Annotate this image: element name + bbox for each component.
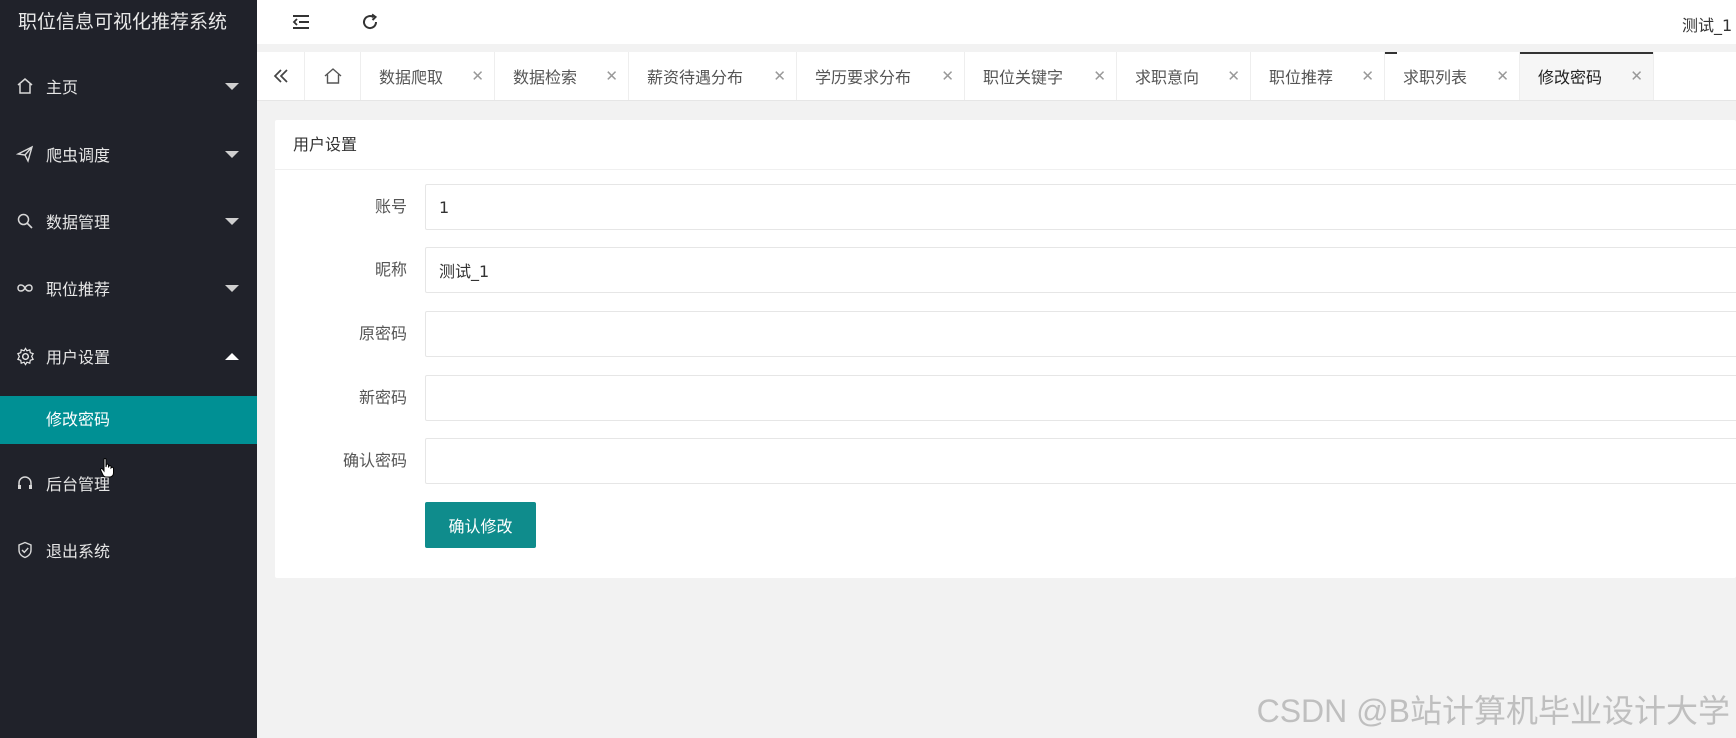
sidebar-subitem-change-password[interactable]: 修改密码: [0, 396, 257, 444]
tab-home-icon[interactable]: [305, 52, 361, 100]
account-label: 账号: [374, 197, 407, 216]
account-row: 账号: [275, 184, 1736, 230]
confirm-password-label: 确认密码: [342, 451, 407, 470]
confirm-change-button[interactable]: 确认修改: [425, 502, 536, 548]
tab-data-search[interactable]: 数据检索 ✕: [495, 52, 629, 100]
hand-cursor-icon: [100, 458, 114, 482]
nickname-label: 昵称: [374, 260, 407, 279]
tab-job-keywords[interactable]: 职位关键字 ✕: [965, 52, 1117, 100]
gear-icon: [14, 345, 36, 367]
sidebar-item-logout[interactable]: 退出系统: [0, 530, 257, 570]
chevron-down-icon: [225, 150, 239, 158]
tab-data-crawl[interactable]: 数据爬取 ✕: [361, 52, 495, 100]
tab-label: 学历要求分布: [815, 68, 912, 87]
close-icon[interactable]: ✕: [471, 67, 484, 85]
sidebar-item-label: 用户设置: [46, 348, 111, 367]
user-name[interactable]: 测试_1: [1682, 12, 1736, 36]
old-password-label: 原密码: [358, 324, 407, 343]
tab-label: 数据爬取: [379, 68, 444, 87]
sidebar-item-job-recommend[interactable]: 职位推荐: [0, 268, 257, 308]
tab-bar: 数据爬取 ✕ 数据检索 ✕ 薪资待遇分布 ✕ 学历要求分布 ✕ 职位关键字 ✕ …: [257, 52, 1736, 101]
sidebar-item-user-settings[interactable]: 用户设置: [0, 336, 257, 376]
sidebar-item-home[interactable]: 主页: [0, 66, 257, 106]
chevron-down-icon: [225, 217, 239, 225]
tab-label: 求职意向: [1135, 68, 1200, 87]
app-title: 职位信息可视化推荐系统: [18, 11, 228, 33]
collapse-menu-icon[interactable]: [289, 10, 313, 34]
close-icon[interactable]: ✕: [1361, 67, 1374, 85]
new-password-field[interactable]: [425, 375, 1736, 421]
sidebar-item-label: 职位推荐: [46, 280, 111, 299]
sidebar-item-label: 主页: [46, 78, 79, 97]
account-field[interactable]: [425, 184, 1736, 230]
close-icon[interactable]: ✕: [773, 67, 786, 85]
close-icon[interactable]: ✕: [1630, 67, 1643, 85]
close-icon[interactable]: ✕: [1496, 67, 1509, 85]
user-settings-card: 用户设置 账号 昵称 原密码 新密码 确认密码 确认修改: [275, 120, 1736, 578]
sidebar-item-label: 退出系统: [46, 542, 111, 561]
new-password-row: 新密码: [275, 375, 1736, 421]
sidebar-item-label: 数据管理: [46, 213, 111, 232]
sidebar-item-admin[interactable]: 后台管理: [0, 463, 257, 503]
watermark: CSDN @B站计算机毕业设计大学: [1256, 693, 1730, 729]
double-chevron-left-icon[interactable]: [257, 52, 305, 100]
chevron-up-icon: [225, 352, 239, 360]
search-icon: [14, 210, 36, 232]
new-password-label: 新密码: [358, 388, 407, 407]
nickname-field[interactable]: [425, 247, 1736, 293]
sidebar-item-label: 爬虫调度: [46, 146, 111, 165]
close-icon[interactable]: ✕: [941, 67, 954, 85]
old-password-row: 原密码: [275, 311, 1736, 357]
chevron-down-icon: [225, 82, 239, 90]
tab-label: 职位关键字: [983, 68, 1064, 87]
tab-label: 职位推荐: [1269, 68, 1334, 87]
paper-plane-icon: [14, 143, 36, 165]
tab-label: 求职列表: [1403, 68, 1468, 87]
home-icon: [14, 75, 36, 97]
tab-change-password[interactable]: 修改密码 ✕: [1520, 52, 1654, 100]
infinity-icon: [14, 277, 36, 299]
sidebar-item-data-management[interactable]: 数据管理: [0, 201, 257, 241]
tab-job-intention[interactable]: 求职意向 ✕: [1117, 52, 1251, 100]
shield-check-icon: [14, 539, 36, 561]
refresh-icon[interactable]: [358, 10, 382, 34]
old-password-field[interactable]: [425, 311, 1736, 357]
tab-marker: [1385, 52, 1397, 54]
tab-label: 修改密码: [1538, 68, 1603, 87]
headset-icon: [14, 472, 36, 494]
nickname-row: 昵称: [275, 247, 1736, 293]
tab-label: 数据检索: [513, 68, 578, 87]
sidebar: 职位信息可视化推荐系统 主页 爬虫调度 数据管理 职位推荐 用户设置 修改密码 …: [0, 0, 257, 738]
tab-education-distribution[interactable]: 学历要求分布 ✕: [797, 52, 965, 100]
confirm-password-field[interactable]: [425, 438, 1736, 484]
close-icon[interactable]: ✕: [605, 67, 618, 85]
top-header: 测试_1: [257, 0, 1736, 44]
tab-salary-distribution[interactable]: 薪资待遇分布 ✕: [629, 52, 797, 100]
close-icon[interactable]: ✕: [1093, 67, 1106, 85]
confirm-password-row: 确认密码: [275, 438, 1736, 484]
close-icon[interactable]: ✕: [1227, 67, 1240, 85]
sidebar-item-crawler-schedule[interactable]: 爬虫调度: [0, 134, 257, 174]
tab-label: 薪资待遇分布: [647, 68, 744, 87]
chevron-down-icon: [225, 284, 239, 292]
tab-job-list[interactable]: 求职列表 ✕: [1385, 52, 1520, 100]
card-title: 用户设置: [275, 120, 1736, 170]
tab-job-recommend[interactable]: 职位推荐 ✕: [1251, 52, 1385, 100]
